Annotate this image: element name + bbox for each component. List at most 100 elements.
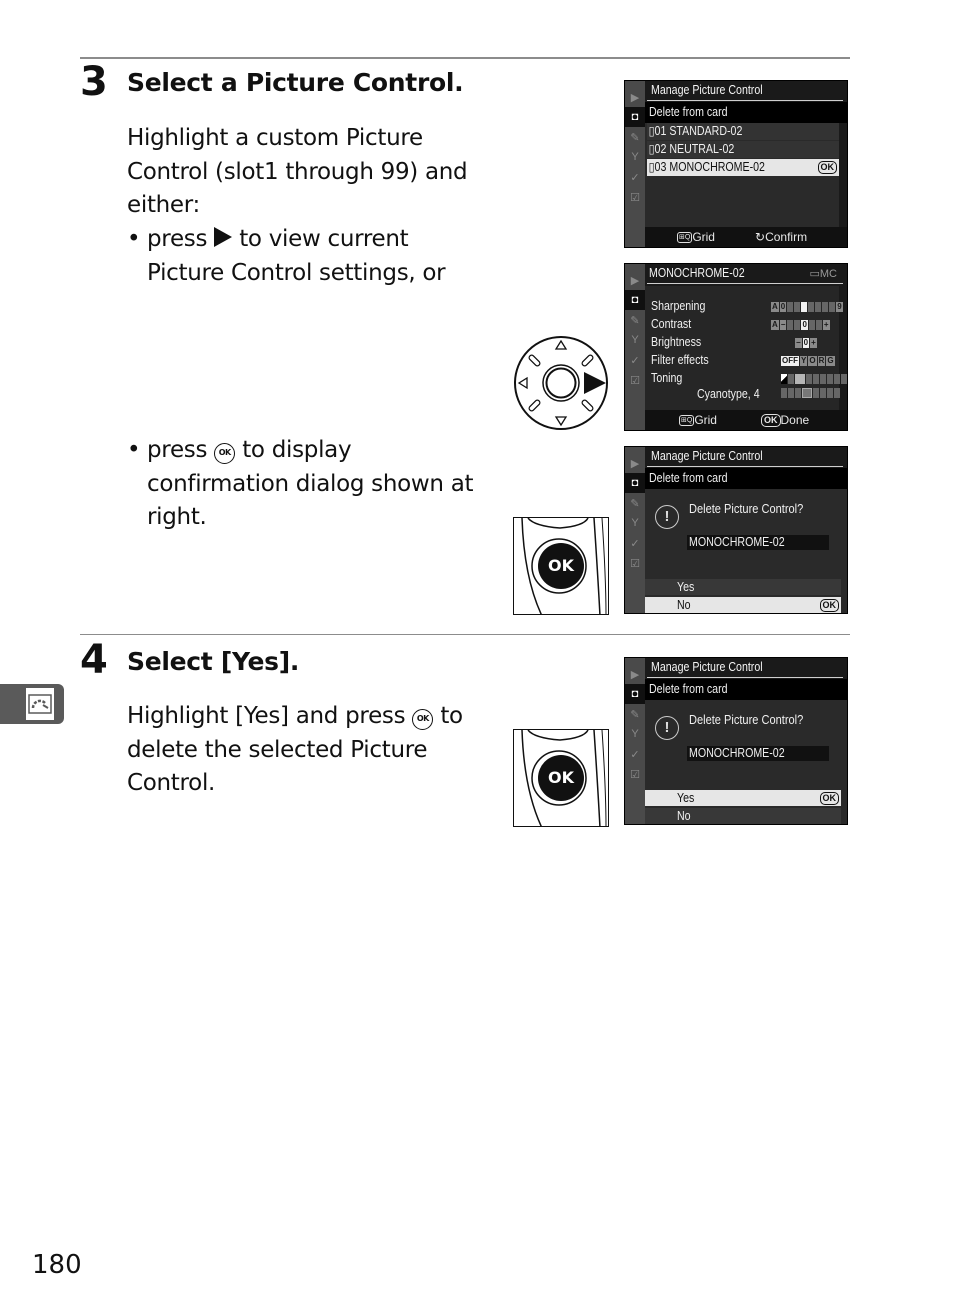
filter-option-r[interactable]: R xyxy=(817,356,826,366)
filter-option-y[interactable]: Y xyxy=(800,356,808,366)
option-label: Yes xyxy=(677,580,695,594)
picture-control-icon xyxy=(24,686,56,722)
list-item[interactable]: ▯02 NEUTRAL-02 xyxy=(647,141,839,158)
list-item[interactable]: ▯01 STANDARD-02 xyxy=(647,123,839,140)
text-line: delete the selected Picture xyxy=(127,736,428,763)
setup-tab-icon[interactable]: Y xyxy=(625,724,645,744)
ok-button-icon: OK xyxy=(214,443,236,464)
retouch-tab-icon[interactable]: ✓ xyxy=(625,167,645,187)
subtitle-text: Delete from card xyxy=(649,105,728,119)
toning-saturation-gauge[interactable] xyxy=(781,388,840,398)
shooting-tab-icon[interactable]: ◘ xyxy=(625,684,645,704)
ok-button-illustration: OK xyxy=(513,517,609,615)
my-menu-tab-icon[interactable]: ☑ xyxy=(625,370,645,390)
shooting-tab-icon[interactable]: ◘ xyxy=(625,473,645,493)
step-number: 4 xyxy=(80,637,108,683)
my-menu-tab-icon[interactable]: ☑ xyxy=(625,764,645,784)
text-line: either: xyxy=(127,192,200,219)
text-fragment: press xyxy=(147,437,208,463)
setting-label: Toning xyxy=(651,371,683,385)
bullet-dot: • xyxy=(127,437,141,463)
section-divider xyxy=(80,57,850,59)
retouch-tab-icon[interactable]: ✓ xyxy=(625,350,645,370)
custom-settings-tab-icon[interactable]: ✎ xyxy=(625,310,645,330)
toning-gauge[interactable] xyxy=(781,374,847,384)
contrast-gauge[interactable]: A − 0 + xyxy=(771,320,830,330)
custom-settings-tab-icon[interactable]: ✎ xyxy=(625,704,645,724)
option-no-selected[interactable]: No OK xyxy=(645,597,841,613)
toning-bw-swatch xyxy=(781,374,787,384)
plus-label: + xyxy=(810,338,817,348)
custom-settings-tab-icon[interactable]: ✎ xyxy=(625,127,645,147)
camera-screen-delete-confirm-yes: ▶ ◘ ✎ Y ✓ ☑ Manage Picture Control Delet… xyxy=(624,657,848,825)
item-name: NEUTRAL-02 xyxy=(669,142,735,156)
badge-text: MC xyxy=(819,268,837,280)
option-no[interactable]: No xyxy=(645,808,841,824)
item-name: MONOCHROME-02 xyxy=(669,160,765,174)
screen-title: Manage Picture Control xyxy=(651,449,763,463)
menu-tabs: ▶ ◘ ✎ Y ✓ ☑ xyxy=(625,658,645,824)
my-menu-tab-icon[interactable]: ☑ xyxy=(625,553,645,573)
item-name: MONOCHROME-02 xyxy=(689,746,785,760)
warning-icon: ! xyxy=(655,716,679,740)
screen-subtitle: Delete from card xyxy=(645,679,847,700)
right-arrow-icon xyxy=(214,227,233,247)
shooting-tab-icon[interactable]: ◘ xyxy=(625,290,645,310)
menu-tabs: ▶ ◘ ✎ Y ✓ ☑ xyxy=(625,264,645,430)
item-name: STANDARD-02 xyxy=(669,124,743,138)
retouch-tab-icon[interactable]: ✓ xyxy=(625,533,645,553)
text-fragment: to view current xyxy=(239,226,409,252)
text-line: Control. xyxy=(127,770,216,797)
brightness-gauge[interactable]: − 0 + xyxy=(795,338,817,348)
max-label: 9 xyxy=(836,302,843,312)
screen-title: MONOCHROME-02 xyxy=(649,266,745,280)
text-line: Highlight a custom Picture xyxy=(127,125,423,151)
shooting-tab-icon[interactable]: ◘ xyxy=(625,107,645,127)
screen-subtitle: Delete from card xyxy=(645,102,847,123)
screen-title: Manage Picture Control xyxy=(651,660,763,674)
grid-zoom-icon: ⊞Q xyxy=(679,415,695,426)
ok-label: OK xyxy=(548,768,574,787)
hint-done: Done xyxy=(780,413,810,427)
retouch-tab-icon[interactable]: ✓ xyxy=(625,744,645,764)
chapter-tab[interactable] xyxy=(0,684,64,724)
option-yes[interactable]: Yes xyxy=(645,579,841,595)
minus-label: − xyxy=(779,320,787,330)
screen-subtitle: Delete from card xyxy=(645,468,847,489)
auto-label: A xyxy=(771,320,779,330)
text-fragment: to display xyxy=(242,437,352,463)
my-menu-tab-icon[interactable]: ☑ xyxy=(625,187,645,207)
filter-option-off[interactable]: OFF xyxy=(781,356,799,366)
setup-tab-icon[interactable]: Y xyxy=(625,147,645,167)
warning-icon: ! xyxy=(655,505,679,529)
step-title: Select a Picture Control. xyxy=(127,68,464,97)
filter-option-o[interactable]: O xyxy=(808,356,817,366)
ok-badge-icon: OK xyxy=(817,161,837,174)
option-yes-selected[interactable]: Yes OK xyxy=(645,790,841,806)
playback-tab-icon[interactable]: ▶ xyxy=(625,453,645,473)
list-item-selected[interactable]: ▯03 MONOCHROME-02 OK xyxy=(647,159,839,176)
screen-title: Manage Picture Control xyxy=(651,83,763,97)
step-instructions: Highlight a custom Picture Control (slot… xyxy=(127,122,468,223)
brightness-value: 0 xyxy=(802,338,810,348)
ok-badge-icon: OK xyxy=(819,792,839,805)
text-fragment: press xyxy=(147,226,208,252)
custom-settings-tab-icon[interactable]: ✎ xyxy=(625,493,645,513)
section-divider xyxy=(80,634,850,635)
playback-tab-icon[interactable]: ▶ xyxy=(625,87,645,107)
bullet-dot: • xyxy=(127,226,141,252)
text-line: Control (slot1 through 99) and xyxy=(127,158,468,185)
playback-tab-icon[interactable]: ▶ xyxy=(625,664,645,684)
filter-effects-selector[interactable]: OFF Y O R G xyxy=(781,356,835,366)
toning-value: Cyanotype, 4 xyxy=(697,387,760,401)
grid-zoom-icon: ⊞Q xyxy=(677,232,693,243)
ok-button-illustration: OK xyxy=(513,729,609,827)
sharpening-gauge[interactable]: A 0 9 xyxy=(771,302,843,312)
ok-badge-icon: OK xyxy=(761,414,781,427)
setup-tab-icon[interactable]: Y xyxy=(625,513,645,533)
setup-tab-icon[interactable]: Y xyxy=(625,330,645,350)
setting-label: Filter effects xyxy=(651,353,709,367)
subtitle-text: Delete from card xyxy=(649,682,728,696)
playback-tab-icon[interactable]: ▶ xyxy=(625,270,645,290)
filter-option-g[interactable]: G xyxy=(826,356,835,366)
